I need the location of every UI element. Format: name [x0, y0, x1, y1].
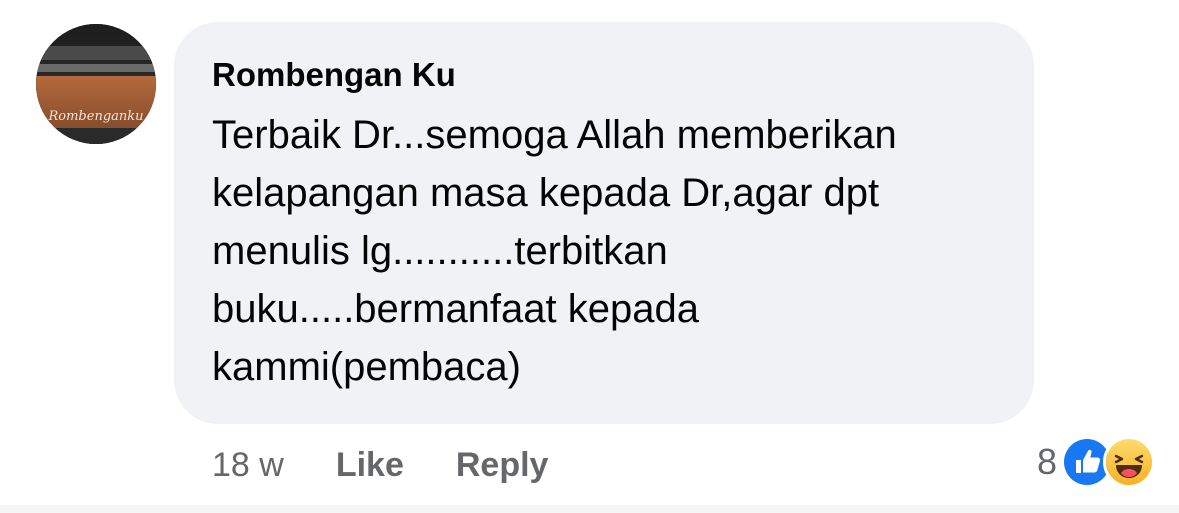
avatar[interactable]: Rombenganku: [36, 24, 156, 144]
comment-line: kammi(pembaca): [212, 345, 521, 389]
divider: [0, 505, 1179, 513]
comment-line: kelapangan masa kepada Dr,agar dpt: [212, 171, 880, 215]
timestamp[interactable]: 18 w: [212, 446, 284, 485]
reaction-count: 8: [1036, 441, 1057, 482]
comment-line: menulis lg...........terbitkan: [212, 229, 668, 273]
profile-avatar-icon: Rombenganku: [36, 24, 156, 144]
haha-icon: [1103, 436, 1155, 488]
comment-line: Terbaik Dr...semoga Allah memberikan: [212, 113, 897, 157]
comment-bubble: Rombengan Ku Terbaik Dr...semoga Allah m…: [174, 22, 1034, 424]
comment-actions: 18 w Like Reply: [212, 440, 548, 490]
comment-text: Terbaik Dr...semoga Allah memberikan kel…: [212, 106, 1022, 396]
comment-line: buku.....bermanfaat kepada: [212, 287, 699, 331]
author-name[interactable]: Rombengan Ku: [212, 56, 456, 94]
avatar-logo-text: Rombenganku: [47, 109, 143, 124]
comment: Rombenganku Rombengan Ku Terbaik Dr...se…: [0, 0, 1179, 513]
like-button[interactable]: Like: [336, 446, 404, 485]
reactions-summary[interactable]: 8: [1037, 436, 1155, 488]
reply-button[interactable]: Reply: [456, 446, 549, 485]
